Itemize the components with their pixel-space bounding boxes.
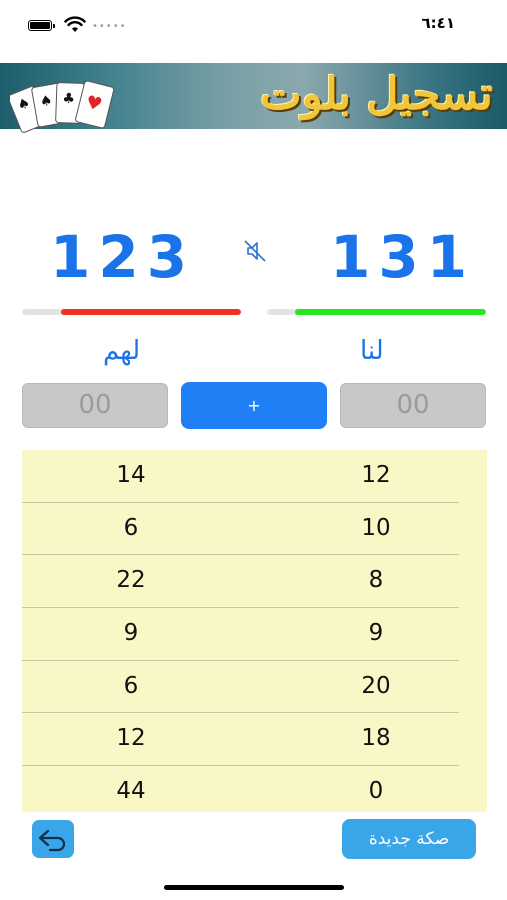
us-round-score: 18 bbox=[361, 725, 391, 752]
us-score-input[interactable]: 00 bbox=[340, 383, 486, 428]
us-round-score: 10 bbox=[361, 514, 391, 541]
add-round-button[interactable]: + bbox=[181, 382, 327, 429]
us-round-score: 8 bbox=[368, 567, 384, 594]
table-row[interactable]: 44 0 bbox=[22, 766, 459, 812]
table-row[interactable]: 99 bbox=[22, 608, 459, 661]
them-round-score: 12 bbox=[116, 725, 146, 752]
status-bar: ••••• ٦:٤١ bbox=[0, 0, 507, 56]
new-game-button[interactable]: صكة جديدة bbox=[342, 819, 476, 859]
us-total-score: 131 bbox=[330, 223, 476, 291]
us-round-score: 9 bbox=[368, 620, 384, 647]
app-title: تسجيل بلوت bbox=[260, 69, 493, 120]
battery-icon bbox=[28, 20, 55, 31]
us-progress-bar bbox=[267, 309, 486, 315]
status-time: ٦:٤١ bbox=[421, 14, 455, 32]
us-round-score: 0 bbox=[368, 778, 384, 805]
them-total-score: 123 bbox=[50, 223, 196, 291]
them-progress-bar bbox=[22, 309, 241, 315]
table-row[interactable]: 6 20 bbox=[22, 661, 459, 714]
us-label: لنا bbox=[360, 336, 384, 366]
them-round-score: 6 bbox=[123, 672, 139, 699]
them-progress-fill bbox=[61, 309, 241, 315]
undo-arrow-icon bbox=[38, 829, 66, 852]
svg-text:♣: ♣ bbox=[62, 91, 75, 107]
them-round-score: 44 bbox=[116, 778, 146, 805]
playing-cards-logo: ♠ ♠ ♣ ♥ bbox=[10, 80, 115, 133]
us-progress-fill bbox=[295, 309, 486, 315]
app-banner: ♠ ♠ ♣ ♥ تسجيل بلوت bbox=[0, 63, 507, 133]
signal-dots: ••••• bbox=[92, 21, 127, 32]
home-indicator bbox=[164, 885, 344, 890]
us-round-score: 20 bbox=[361, 672, 391, 699]
us-round-score: 12 bbox=[361, 462, 391, 488]
rounds-table[interactable]: 14 12 6 10 22 8 9 9 6 20 12 18 44 0 bbox=[22, 450, 487, 812]
wifi-icon bbox=[64, 16, 86, 32]
table-row[interactable]: 12 18 bbox=[22, 713, 459, 767]
table-row[interactable]: 6 10 bbox=[22, 503, 459, 556]
speaker-muted-icon[interactable] bbox=[242, 238, 268, 264]
table-row[interactable]: 14 12 bbox=[22, 450, 459, 503]
them-round-score: 9 bbox=[123, 620, 139, 647]
undo-button[interactable] bbox=[32, 820, 74, 858]
them-score-input[interactable]: 00 bbox=[22, 383, 168, 428]
table-row[interactable]: 22 8 bbox=[22, 555, 459, 609]
them-round-score: 14 bbox=[116, 462, 146, 488]
them-round-score: 6 bbox=[123, 514, 139, 541]
them-round-score: 22 bbox=[116, 567, 146, 594]
them-label: لهم bbox=[103, 336, 141, 366]
